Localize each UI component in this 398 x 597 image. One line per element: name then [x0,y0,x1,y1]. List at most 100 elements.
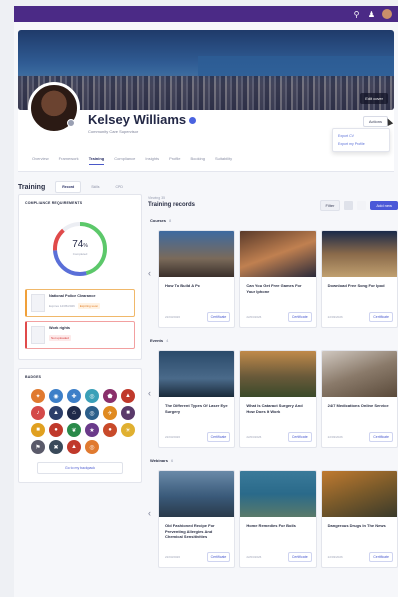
record-title: Old Fashioned Recipe For Preventing Alle… [165,523,215,539]
compass-icon[interactable]: ✦ [31,389,45,403]
record-sections: Courses 8 ‹ How To Build A Pc 22/03/2026 Cert… [148,218,398,568]
globe-icon[interactable]: ◉ [49,389,63,403]
tab-skills[interactable]: Skills [85,182,105,192]
record-card[interactable]: Old Fashioned Recipe For Preventing Alle… [158,470,236,568]
tab-booking[interactable]: Booking [191,156,205,165]
certificate-button[interactable]: Certificate [369,432,393,442]
certificate-button[interactable]: Certificate [206,552,231,562]
record-card[interactable]: Dangerous Drugs In The News 22/03/2026 Cer… [320,470,398,568]
record-date: 22/03/2026 [246,315,262,319]
certificate-button[interactable]: Certificate [369,312,393,322]
tab-insights[interactable]: Insights [145,156,159,165]
user-avatar[interactable] [382,9,392,19]
backpack-button[interactable]: Go to my backpack [37,462,123,474]
certificate-button[interactable]: Certificate [369,552,393,562]
record-card[interactable]: How To Build A Pc 22/03/2026 Certificate [158,230,236,328]
grid-view-icon[interactable] [344,201,354,210]
sun-icon[interactable]: ☀ [121,423,135,437]
tab-framework[interactable]: Framework [59,156,79,165]
record-thumbnail [321,351,397,397]
flag-icon[interactable]: ⚑ [31,440,45,454]
section-header: Courses 8 [150,218,398,223]
list-view-icon[interactable] [357,201,367,210]
tab-suitability[interactable]: Suitability [215,156,232,165]
compliance-title: COMPLIANCE REQUIREMENTS [25,201,83,205]
badge-grid: ✦ ◉ ✚ ◎ ⬟ ▲ ♪ ▲ ⌂ ◎ ✈ ■ ■ ● ❦ ★ ● ☀ ⚑ ✖ ▲ ◎ [31,389,135,454]
lock-icon[interactable]: ● [49,423,63,437]
leaf-icon[interactable]: ❦ [67,423,81,437]
record-date: 22/03/2026 [327,555,343,559]
certificate-button[interactable]: Certificate [206,432,231,442]
percent-value: 74 [72,239,84,250]
bicycle-icon[interactable]: ◎ [85,406,99,420]
tab-training[interactable]: Training [88,156,105,165]
actions-button[interactable]: Actions [362,116,388,127]
menu-item-export-cv[interactable]: Export CV [333,132,389,140]
actions-menu: Export CV Export my Profile [332,128,390,152]
certificate-button[interactable]: Certificate [287,432,312,442]
badges-card: BADGES ✦ ◉ ✚ ◎ ⬟ ▲ ♪ ▲ ⌂ ◎ ✈ ■ ■ ● ❦ ★ ● ☀ ⚑ ✖ ▲ ◎ Go to my b… [18,368,142,483]
music-icon[interactable]: ♪ [31,406,45,420]
record-card[interactable]: The Different Types Of Laser Eye Surgery… [158,350,236,448]
profile-header: Kelsey Williams Community Care Superviso… [18,82,394,172]
tab-record[interactable]: Record [55,181,82,193]
record-date: 22/03/2026 [327,435,343,439]
record-row: ‹ How To Build A Pc 22/03/2026 Certificate C… [148,230,398,328]
certificate-button[interactable]: Certificate [287,552,312,562]
rocket-icon[interactable]: ▲ [67,440,81,454]
record-title: Home Remedies For Boils [246,523,296,528]
star-icon[interactable]: ★ [85,423,99,437]
requirement-date: Expires 12/05/2026 Expiring soon [49,303,101,309]
plane-icon[interactable]: ✈ [103,406,117,420]
chevron-left-icon[interactable]: ‹ [148,508,151,518]
shield-icon[interactable]: ⬟ [103,389,117,403]
pin-icon[interactable]: ● [103,423,117,437]
record-card[interactable]: Home Remedies For Boils 22/03/2026 Certifi… [239,470,317,568]
search-icon[interactable]: ⚲ [352,10,361,19]
requirement-item[interactable]: National Police Clearance Expires 12/05/… [25,289,135,317]
percent-sign: % [83,243,88,249]
status-badge: Expiring soon [77,303,101,309]
section-header: Webinars 6 [150,458,398,463]
document-thumbnail [31,294,45,312]
certificate-button[interactable]: Certificate [206,312,231,322]
menu-item-export-profile[interactable]: Export my Profile [333,140,389,148]
tab-profile[interactable]: Profile [169,156,180,165]
chevron-left-icon[interactable]: ‹ [148,268,151,278]
app-window: ⚲ ♟ Edit cover Kelsey Williams Community… [14,6,398,597]
tent-icon[interactable]: ⌂ [67,406,81,420]
donut-percent: 74% [50,239,110,250]
record-section: Courses 8 ‹ How To Build A Pc 22/03/2026 Cert… [148,218,398,328]
bike-icon[interactable]: ◎ [85,389,99,403]
record-thumbnail [159,471,235,517]
viewing-text: Viewing [148,196,161,200]
tools-icon[interactable]: ✖ [49,440,63,454]
record-section: Events 4 ‹ The Different Types Of Laser Eye… [148,338,398,448]
bus-icon[interactable]: ■ [31,423,45,437]
flame-icon[interactable]: ▲ [121,389,135,403]
requirement-item[interactable]: Work rights Not uploaded [25,321,135,349]
add-new-button[interactable]: Add new [370,201,398,210]
wrench-icon[interactable]: ✚ [67,389,81,403]
car-icon[interactable]: ■ [121,406,135,420]
record-card[interactable]: 24/7 Medications Online Service 22/03/202… [320,350,398,448]
filter-button[interactable]: Filter [319,200,341,211]
mountain-icon[interactable]: ▲ [49,406,63,420]
tab-compliance[interactable]: Compliance [114,156,135,165]
chevron-left-icon[interactable]: ‹ [148,388,151,398]
target-icon[interactable]: ◎ [85,440,99,454]
certificate-button[interactable]: Certificate [287,312,312,322]
record-card[interactable]: Can You Get Free Games For Your Iphone 22… [239,230,317,328]
users-icon[interactable]: ♟ [367,10,376,19]
record-thumbnail [321,231,397,277]
section-name: Webinars [150,458,168,463]
tab-overview[interactable]: Overview [32,156,49,165]
requirement-title: National Police Clearance [49,294,96,298]
edit-cover-button[interactable]: Edit cover [360,93,388,104]
record-card[interactable]: What Is Cataract Surgery And How Does It… [239,350,317,448]
record-card[interactable]: Download Free Song For Ipod 22/03/2026 Cer… [320,230,398,328]
tab-cpd[interactable]: CPD [109,182,128,192]
record-thumbnail [159,351,235,397]
record-thumbnail [240,231,316,277]
top-bar: ⚲ ♟ [14,6,398,22]
